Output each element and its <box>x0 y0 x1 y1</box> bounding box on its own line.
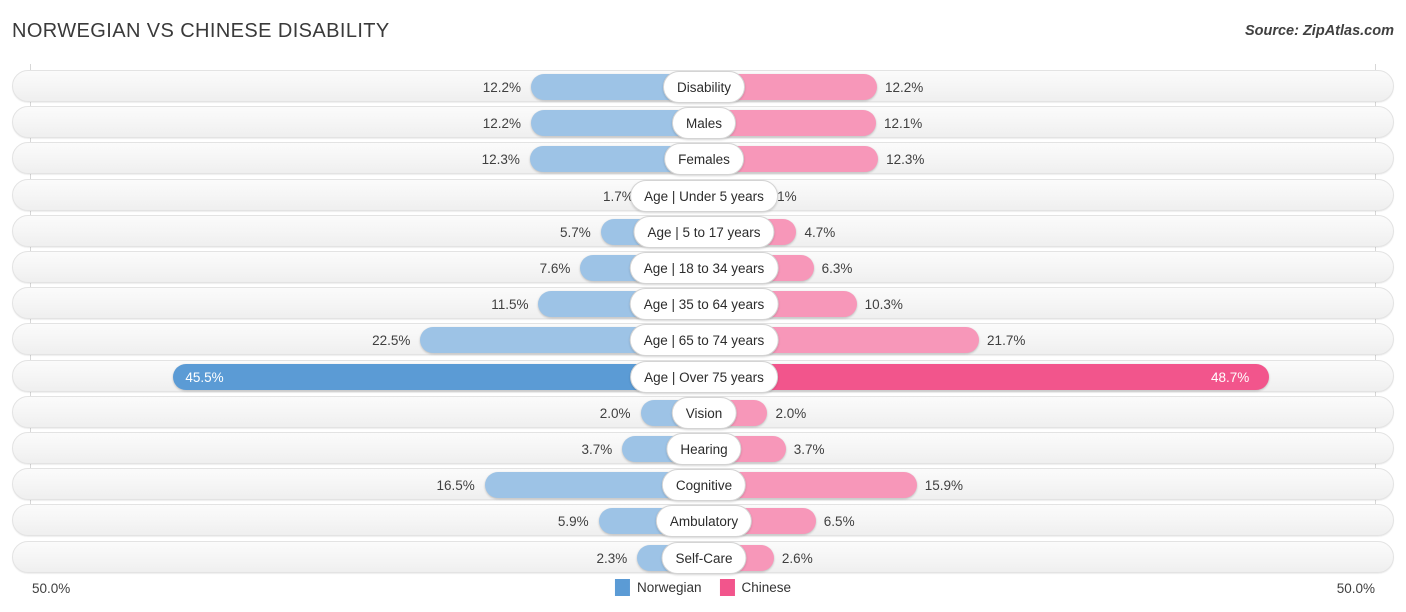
value-label-norwegian: 22.5% <box>372 333 411 349</box>
table-row[interactable]: 12.2% 12.1% Males <box>12 106 1394 140</box>
category-label[interactable]: Vision <box>671 396 737 429</box>
value-label-norwegian: 7.6% <box>539 261 571 276</box>
category-label[interactable]: Disability <box>662 71 746 103</box>
value-label-chinese: 21.7% <box>987 333 1026 349</box>
axis-tick-left: 50.0% <box>32 581 71 596</box>
row-content: 1.7% 1.1% Age | Under 5 years <box>13 179 1393 212</box>
bar-chinese[interactable] <box>704 363 1270 390</box>
value-label-norwegian: 16.5% <box>436 478 475 494</box>
category-label[interactable]: Age | 18 to 34 years <box>629 252 779 284</box>
row-content: 12.2% 12.2% Disability <box>13 71 1393 103</box>
value-label-norwegian: 2.3% <box>596 550 628 566</box>
legend-swatch-icon <box>719 579 735 596</box>
value-label-norwegian: 5.7% <box>560 224 591 240</box>
chart-page: NORWEGIAN VS CHINESE DISABILITY Source: … <box>0 0 1406 612</box>
chart-footer: 50.0% 50.0% Norwegian Chinese <box>0 570 1406 612</box>
table-row[interactable]: 7.6% 6.3% Age | 18 to 34 years <box>12 251 1394 284</box>
value-label-chinese: 10.3% <box>864 297 903 313</box>
category-label[interactable]: Age | 5 to 17 years <box>633 215 775 248</box>
value-label-chinese: 48.7% <box>1211 369 1250 385</box>
value-label-chinese: 12.3% <box>886 152 925 168</box>
table-row[interactable]: 2.0% 2.0% Vision <box>12 395 1394 429</box>
value-label-norwegian: 5.9% <box>557 514 589 530</box>
value-label-norwegian: 2.0% <box>599 405 631 421</box>
row-content: 5.9% 6.5% Ambulatory <box>13 505 1393 538</box>
value-label-norwegian: 12.3% <box>481 152 520 168</box>
category-label[interactable]: Ambulatory <box>655 505 753 538</box>
value-label-chinese: 15.9% <box>924 478 964 494</box>
row-content: 2.0% 2.0% Vision <box>13 396 1393 429</box>
value-label-norwegian: 12.2% <box>482 116 521 132</box>
source-attribution: Source: ZipAtlas.com <box>1244 23 1394 39</box>
chart-header: NORWEGIAN VS CHINESE DISABILITY Source: … <box>0 0 1406 64</box>
table-row[interactable]: 12.3% 12.3% Females <box>12 142 1394 176</box>
value-label-norwegian: 11.5% <box>491 297 529 313</box>
table-row[interactable]: 1.7% 1.1% Age | Under 5 years <box>12 178 1394 212</box>
table-row[interactable]: 2.3% 2.6% Self-Care <box>12 540 1394 574</box>
category-label[interactable]: Hearing <box>666 433 742 465</box>
table-row[interactable]: 22.5% 21.7% Age | 65 to 74 years <box>12 323 1394 357</box>
row-content: 3.7% 3.7% Hearing <box>13 433 1393 465</box>
value-label-chinese: 3.7% <box>793 442 825 457</box>
value-label-chinese: 2.6% <box>781 550 813 566</box>
value-label-norwegian: 12.2% <box>482 80 521 95</box>
row-content: 45.5% 48.7% Age | Over 75 years <box>13 360 1393 393</box>
page-title: NORWEGIAN VS CHINESE DISABILITY <box>12 20 390 42</box>
category-label[interactable]: Females <box>664 143 744 176</box>
category-label[interactable]: Age | 35 to 64 years <box>629 288 779 321</box>
table-row[interactable]: 45.5% 48.7% Age | Over 75 years <box>12 359 1394 393</box>
chart-plot-area: 12.2% 12.2% Disability 12.2% 12.1% Males 12.3%… <box>0 64 1406 574</box>
value-label-norwegian: 3.7% <box>581 442 613 457</box>
category-label[interactable]: Age | Under 5 years <box>630 179 778 212</box>
row-content: 12.3% 12.3% Females <box>13 143 1393 176</box>
table-row[interactable]: 5.7% 4.7% Age | 5 to 17 years <box>12 214 1394 248</box>
table-row[interactable]: 5.9% 6.5% Ambulatory <box>12 504 1394 538</box>
legend-swatch-icon <box>614 579 630 596</box>
chart-legend: Norwegian Chinese <box>614 579 792 596</box>
table-row[interactable]: 12.2% 12.2% Disability <box>12 70 1394 103</box>
value-label-chinese: 12.1% <box>883 116 923 132</box>
value-label-chinese: 2.0% <box>775 405 807 421</box>
row-content: 22.5% 21.7% Age | 65 to 74 years <box>13 324 1393 357</box>
value-label-chinese: 12.2% <box>885 80 924 95</box>
axis-tick-right: 50.0% <box>1336 581 1375 596</box>
row-content: 16.5% 15.9% Cognitive <box>13 469 1393 502</box>
table-row[interactable]: 11.5% 10.3% Age | 35 to 64 years <box>12 287 1394 321</box>
table-row[interactable]: 3.7% 3.7% Hearing <box>12 432 1394 465</box>
row-content: 2.3% 2.6% Self-Care <box>13 541 1393 574</box>
table-row[interactable]: 16.5% 15.9% Cognitive <box>12 468 1394 502</box>
row-content: 12.2% 12.1% Males <box>13 107 1393 140</box>
legend-item-chinese[interactable]: Chinese <box>719 579 792 596</box>
bar-norwegian[interactable] <box>173 363 704 390</box>
legend-item-norwegian[interactable]: Norwegian <box>614 579 702 596</box>
category-label[interactable]: Cognitive <box>661 469 747 502</box>
row-content: 11.5% 10.3% Age | 35 to 64 years <box>13 288 1393 321</box>
category-label[interactable]: Age | 65 to 74 years <box>629 324 779 357</box>
category-label[interactable]: Self-Care <box>661 541 747 574</box>
row-content: 5.7% 4.7% Age | 5 to 17 years <box>13 215 1393 248</box>
value-label-chinese: 4.7% <box>804 224 836 240</box>
category-label[interactable]: Age | Over 75 years <box>630 360 778 393</box>
row-content: 7.6% 6.3% Age | 18 to 34 years <box>13 252 1393 284</box>
value-label-norwegian: 45.5% <box>185 369 224 385</box>
value-label-chinese: 6.5% <box>823 514 855 530</box>
category-label[interactable]: Males <box>671 107 737 140</box>
legend-label-chinese: Chinese <box>741 580 792 595</box>
legend-label-norwegian: Norwegian <box>636 580 702 595</box>
value-label-chinese: 6.3% <box>821 261 853 276</box>
